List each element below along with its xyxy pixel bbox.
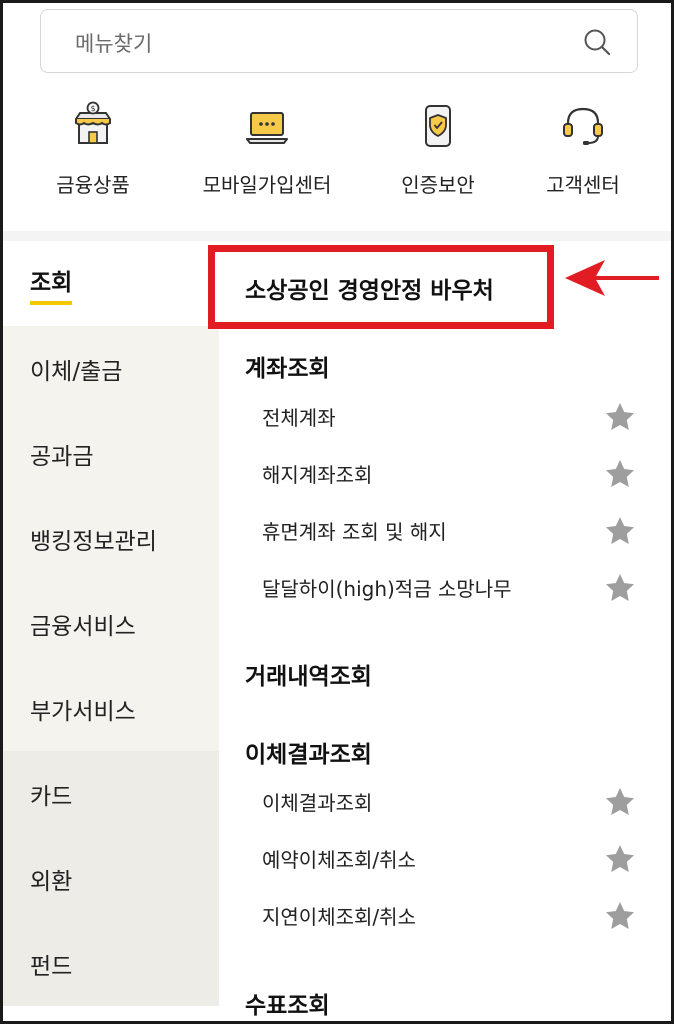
star-icon[interactable]	[604, 401, 636, 433]
list-item[interactable]: 전체계좌	[219, 389, 671, 446]
list-item[interactable]: 달달하이(high)적금 소망나무	[219, 560, 671, 617]
search-input[interactable]: 메뉴찾기	[40, 9, 638, 73]
quick-financial-products[interactable]: $ 금융상품	[8, 101, 178, 198]
category-sidebar: 조회 이체/출금 공과금 뱅킹정보관리 금융서비스 부가서비스 카드 외환 펀드	[3, 241, 219, 1021]
category-label: 이체/출금	[30, 358, 123, 385]
section-divider	[3, 231, 671, 241]
store-dollar-icon: $	[75, 101, 111, 144]
list-item-label: 이체결과조회	[262, 791, 373, 815]
list-item-label: 전체계좌	[262, 406, 336, 430]
list-item[interactable]: 해지계좌조회	[219, 446, 671, 503]
menu-list: 계좌조회 전체계좌 해지계좌조회 휴면계좌 조회 및 해지 달달하이(high)…	[219, 241, 671, 1021]
star-icon[interactable]	[604, 572, 636, 604]
category-item-financial-service[interactable]: 금융서비스	[3, 581, 219, 666]
star-icon[interactable]	[604, 458, 636, 490]
quick-label: 금융상품	[56, 173, 130, 197]
list-item-label: 휴면계좌 조회 및 해지	[262, 520, 447, 544]
headset-icon	[563, 107, 603, 145]
list-item-label: 해지계좌조회	[262, 463, 373, 487]
category-label: 부가서비스	[30, 698, 136, 725]
annotation-arrow-icon	[565, 260, 659, 296]
category-item-card[interactable]: 카드	[3, 751, 219, 836]
category-label: 카드	[30, 783, 73, 810]
app-frame: 메뉴찾기 $ 금융상품 모바일가입센터 인증보안 고객센터 조회 이체/출금 공…	[0, 0, 674, 1024]
quick-label: 고객센터	[546, 173, 620, 197]
star-icon[interactable]	[604, 900, 636, 932]
category-label: 조회	[30, 263, 73, 305]
list-item[interactable]: 예약이체조회/취소	[219, 831, 671, 888]
star-icon[interactable]	[604, 515, 636, 547]
section-title[interactable]: 계좌조회	[245, 349, 330, 383]
category-item-fund[interactable]: 펀드	[3, 921, 219, 1006]
quick-label: 모바일가입센터	[202, 173, 332, 197]
search-placeholder: 메뉴찾기	[75, 32, 153, 56]
list-item[interactable]: 휴면계좌 조회 및 해지	[219, 503, 671, 560]
category-label: 외환	[30, 868, 73, 895]
list-item-label: 달달하이(high)적금 소망나무	[262, 577, 512, 601]
svg-text:$: $	[90, 104, 95, 113]
list-item[interactable]: 이체결과조회	[219, 774, 671, 831]
section-title[interactable]: 이체결과조회	[245, 735, 372, 769]
highlight-box	[208, 245, 554, 329]
quick-mobile-signup[interactable]: 모바일가입센터	[182, 101, 352, 198]
category-label: 공과금	[30, 443, 94, 470]
list-item[interactable]: 지연이체조회/취소	[219, 888, 671, 945]
category-item-utility[interactable]: 공과금	[3, 411, 219, 496]
quick-menu: $ 금융상품 모바일가입센터 인증보안 고객센터	[3, 101, 671, 226]
star-icon[interactable]	[604, 786, 636, 818]
category-item-forex[interactable]: 외환	[3, 836, 219, 921]
list-item-label: 예약이체조회/취소	[262, 848, 416, 872]
quick-customer-center[interactable]: 고객센터	[498, 101, 668, 198]
phone-shield-icon	[425, 105, 451, 147]
category-label: 금융서비스	[30, 613, 136, 640]
category-item-additional-service[interactable]: 부가서비스	[3, 666, 219, 751]
section-title[interactable]: 수표조회	[245, 986, 330, 1020]
laptop-chat-icon	[246, 112, 288, 144]
category-label: 뱅킹정보관리	[30, 528, 157, 555]
category-item-banking-info[interactable]: 뱅킹정보관리	[3, 496, 219, 581]
category-item-inquiry[interactable]: 조회	[3, 241, 219, 326]
search-icon[interactable]	[581, 26, 613, 58]
section-title[interactable]: 거래내역조회	[245, 657, 372, 691]
category-label: 펀드	[30, 953, 73, 980]
list-item-label: 지연이체조회/취소	[262, 905, 416, 929]
star-icon[interactable]	[604, 843, 636, 875]
category-item-transfer[interactable]: 이체/출금	[3, 326, 219, 411]
